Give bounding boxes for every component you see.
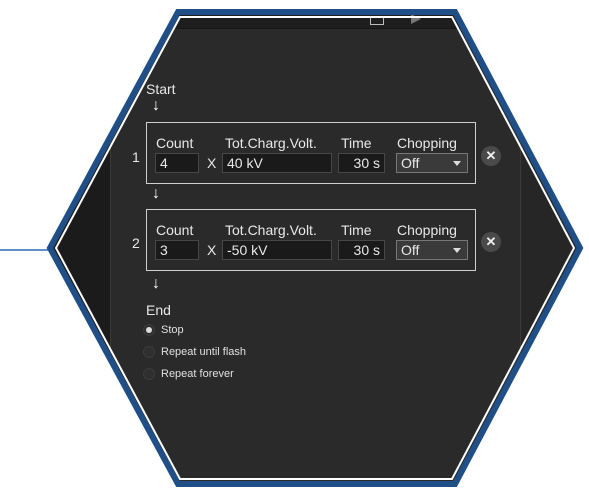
hexagon-callout-frame	[0, 9, 584, 487]
hexagon-outer-border	[46, 9, 584, 487]
